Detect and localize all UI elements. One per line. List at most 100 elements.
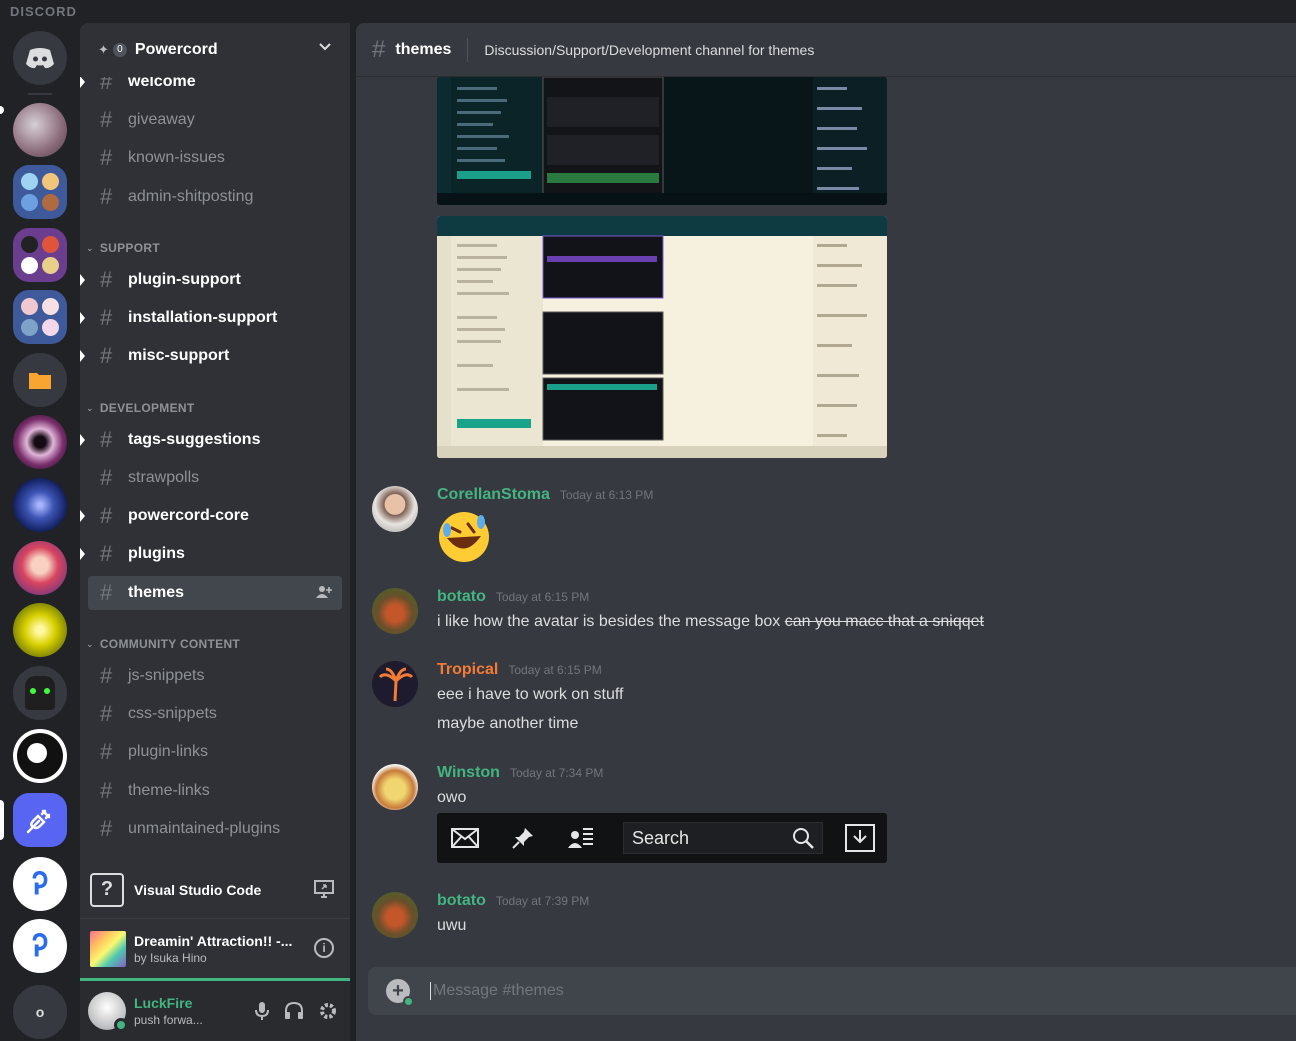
channel-welcome[interactable]: # welcome (80, 77, 342, 99)
hash-icon: # (100, 107, 113, 132)
title-bar: DISCORD (0, 0, 1296, 23)
create-invite-icon[interactable] (316, 585, 332, 602)
user-avatar[interactable] (88, 992, 128, 1032)
channel-misc-support[interactable]: # misc-support (80, 339, 342, 373)
channel-css-snippets[interactable]: # css-snippets (88, 697, 342, 731)
server-header[interactable]: ✦ 0 Powercord (80, 23, 350, 77)
user-avatar[interactable] (372, 892, 418, 938)
server-icon[interactable] (13, 603, 67, 657)
member-list-icon (565, 822, 597, 854)
user-avatar[interactable] (372, 764, 418, 810)
server-folder-closed[interactable] (13, 353, 67, 407)
channel-known-issues[interactable]: # known-issues (88, 141, 342, 175)
user-avatar[interactable] (372, 588, 418, 634)
add-server-button[interactable]: o (13, 985, 67, 1039)
server-icon[interactable] (13, 478, 67, 532)
channel-plugin-links[interactable]: # plugin-links (88, 735, 342, 769)
user-panel: LuckFire push forwa... (80, 981, 350, 1041)
message: Tropical Today at 6:15 PM eee i have to … (372, 661, 1272, 741)
message-author[interactable]: Tropical (437, 661, 498, 679)
hash-icon: # (100, 184, 113, 209)
now-playing-panel: Dreamin' Attraction!! -... by Isuka Hino… (80, 919, 350, 981)
category-community-content[interactable]: ⌄ COMMUNITY CONTENT (84, 634, 240, 654)
user-avatar[interactable] (372, 661, 418, 707)
server-folder[interactable] (13, 165, 67, 219)
boost-level-icon: 0 (112, 43, 127, 57)
palm-tree-icon (378, 667, 414, 702)
unread-indicator (80, 548, 85, 560)
chat-area: # themes Discussion/Support/Development … (356, 23, 1296, 1041)
rofl-emoji-icon (437, 510, 491, 569)
server-icon[interactable]: Ꭾ (13, 857, 67, 911)
attachment-image[interactable]: Search (437, 813, 887, 863)
message-input[interactable] (430, 982, 1130, 1000)
category-support[interactable]: ⌄ SUPPORT (84, 238, 160, 258)
microphone-icon[interactable] (254, 1001, 270, 1026)
server-icon[interactable] (13, 415, 67, 469)
upload-indicator (403, 996, 414, 1007)
unread-indicator (80, 77, 85, 88)
inbox-icon (449, 822, 481, 854)
settings-gear-icon[interactable] (318, 1001, 338, 1026)
channel-sidebar: ✦ 0 Powercord # welcome # giveaway # known-… (80, 23, 350, 1041)
channel-tags-suggestions[interactable]: # tags-suggestions (80, 423, 342, 457)
unread-indicator (80, 312, 85, 324)
channel-admin-shitposting[interactable]: # admin-shitposting (88, 180, 342, 214)
headphones-icon[interactable] (284, 1001, 304, 1026)
unread-indicator (80, 434, 85, 446)
hash-icon: # (100, 778, 113, 803)
channel-unmaintained-plugins[interactable]: # unmaintained-plugins (88, 812, 342, 846)
user-avatar[interactable] (372, 486, 418, 532)
hash-icon: # (100, 267, 113, 292)
hash-icon: # (100, 427, 113, 452)
message: botato Today at 6:15 PM i like how the a… (372, 588, 1272, 638)
server-icon[interactable] (13, 103, 67, 157)
server-icon[interactable] (13, 541, 67, 595)
server-folder[interactable] (13, 290, 67, 344)
message-author[interactable]: CorellanStoma (437, 486, 550, 504)
chevron-down-icon[interactable] (318, 40, 332, 54)
channel-powercord-core[interactable]: # powercord-core (80, 499, 342, 533)
server-icon[interactable]: Ꭾ (13, 919, 67, 973)
online-status-indicator (114, 1018, 128, 1032)
message-author[interactable]: Winston (437, 764, 500, 782)
attachment-image[interactable] (437, 216, 887, 458)
channel-list: # welcome # giveaway # known-issues # admin-… (80, 77, 350, 863)
screen-share-icon[interactable] (314, 880, 334, 903)
category-development[interactable]: ⌄ DEVELOPMENT (84, 398, 195, 418)
channel-installation-support[interactable]: # installation-support (80, 301, 342, 335)
add-attachment-button[interactable]: + (386, 979, 414, 1007)
unread-indicator (80, 510, 85, 522)
message-content: uwu (437, 917, 467, 934)
message-content: i like how the avatar is besides the mes… (437, 613, 984, 630)
attachment-image[interactable] (437, 77, 887, 205)
song-title: Dreamin' Attraction!! -... (134, 932, 293, 949)
hash-icon: # (372, 35, 386, 63)
hash-icon: # (100, 343, 113, 368)
hash-icon: # (100, 580, 113, 605)
channel-js-snippets[interactable]: # js-snippets (88, 659, 342, 693)
channel-giveaway[interactable]: # giveaway (88, 103, 342, 137)
discord-logo-icon (13, 31, 67, 85)
server-icon[interactable] (13, 729, 67, 783)
message-timestamp: Today at 7:39 PM (495, 894, 590, 908)
verified-icon: ✦ (98, 42, 109, 57)
activity-title: Visual Studio Code (134, 881, 262, 898)
channel-plugin-support[interactable]: # plugin-support (80, 263, 342, 297)
server-folder[interactable] (13, 228, 67, 282)
channel-theme-links[interactable]: # theme-links (88, 774, 342, 808)
username: LuckFire (134, 995, 193, 1011)
channel-topic[interactable]: Discussion/Support/Development channel f… (484, 42, 814, 58)
home-button[interactable] (13, 31, 67, 85)
message-author[interactable]: botato (437, 588, 486, 606)
channel-plugins[interactable]: # plugins (80, 537, 342, 571)
channel-strawpolls[interactable]: # strawpolls (88, 461, 342, 495)
server-icon[interactable] (13, 666, 67, 720)
channel-themes[interactable]: # themes (88, 576, 342, 610)
message-timestamp: Today at 6:15 PM (508, 663, 602, 677)
unread-pill (0, 106, 4, 114)
info-icon[interactable]: i (314, 938, 334, 958)
hash-icon: # (100, 305, 113, 330)
message-author[interactable]: botato (437, 892, 486, 910)
powercord-server[interactable] (13, 793, 67, 847)
